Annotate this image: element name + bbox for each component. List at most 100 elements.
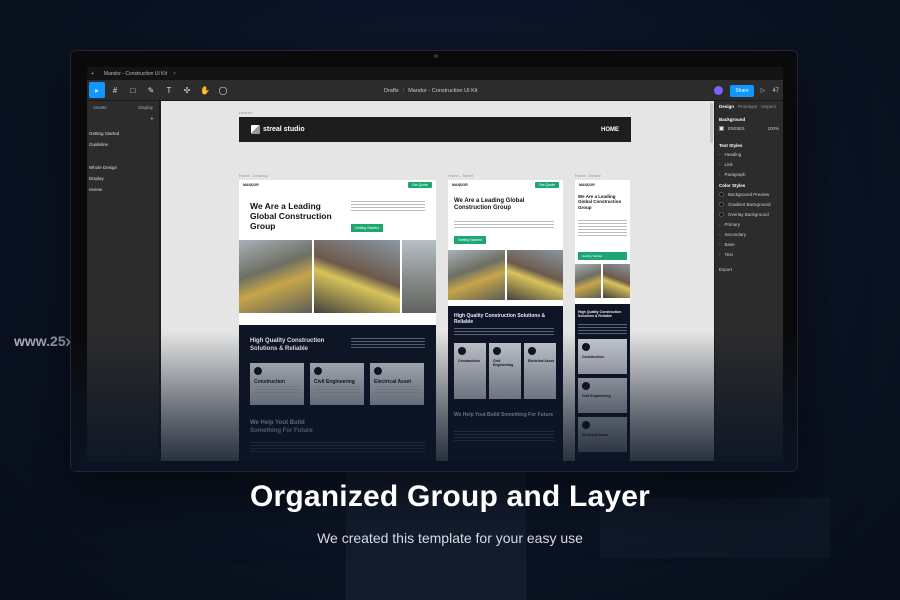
comment-tool-icon[interactable]: ◯	[215, 82, 231, 98]
avatar[interactable]	[714, 86, 724, 95]
text-style-item[interactable]: › Paragraph	[719, 172, 779, 177]
hero-photo	[575, 264, 601, 298]
tablet-frame[interactable]: MANDOR Get Quote We Are a Leading Global…	[448, 180, 563, 461]
desktop-frame[interactable]: MANDOR Get Quote We Are a Leading Global…	[239, 180, 436, 461]
zoom-level[interactable]: 47	[772, 88, 779, 94]
service-label: Electrical Asset	[582, 433, 608, 437]
desktop-frame-caption: Home - Desktop	[239, 173, 268, 178]
service-label: Civil Engineering	[582, 394, 611, 398]
file-name[interactable]: Mandor - Construction UI Kit	[408, 88, 477, 94]
background-fill-row[interactable]: E5E5E5 100%	[719, 126, 779, 131]
layers-panel: Assets Display + Getting Started Guideli…	[87, 101, 160, 461]
color-style-item[interactable]: Overlay Background	[719, 212, 779, 217]
design-canvas[interactable]: Header streal studio HOME Home - Desktop…	[161, 101, 714, 461]
canvas-scrollbar[interactable]	[710, 103, 713, 143]
page-item[interactable]: Guideline	[87, 139, 159, 150]
chevron-right-icon: ›	[719, 242, 721, 247]
properties-tabs: Design Prototype Inspect	[719, 104, 779, 109]
service-card: Electrical Asset	[370, 363, 424, 405]
services-section: High Quality Construction Solutions & Re…	[575, 304, 630, 461]
color-style-item[interactable]: › Primary	[719, 222, 779, 227]
components-icon[interactable]: ✣	[179, 82, 195, 98]
subline: We created this template for your easy u…	[317, 530, 583, 546]
background-hex[interactable]: E5E5E5	[728, 126, 745, 131]
frame-tool-icon[interactable]: #	[107, 82, 123, 98]
service-label: Construction	[458, 359, 480, 363]
text-style-item[interactable]: › Link	[719, 162, 779, 167]
hero-photo	[239, 240, 312, 313]
page-item[interactable]: Whole Design	[87, 162, 159, 173]
text-tool-icon[interactable]: T	[161, 82, 177, 98]
chevron-right-icon: ›	[719, 152, 721, 157]
move-tool-icon[interactable]: ▸	[89, 82, 105, 98]
color-style-item[interactable]: › Secondary	[719, 232, 779, 237]
text-styles-title: Text Styles	[719, 143, 743, 148]
mobile-frame[interactable]: MANDOR We Are a Leading Global Construct…	[575, 180, 630, 461]
hero-photo	[507, 250, 563, 300]
tab-display[interactable]: Display	[138, 105, 153, 110]
page-item[interactable]: Getting Started	[87, 128, 159, 139]
chevron-right-icon: ›	[719, 252, 721, 257]
page-item[interactable]: Display	[87, 173, 159, 184]
mini-cta: Get Quote	[407, 182, 432, 188]
drafts-link[interactable]: Drafts	[384, 88, 399, 94]
services-title: High Quality Construction Solutions & Re…	[578, 310, 622, 319]
tab-inspect[interactable]: Inspect	[761, 104, 776, 109]
chevron-right-icon: ›	[719, 232, 721, 237]
monitor-frame: + Mandor - Construction UI Kit × ▸ # □ ✎…	[70, 50, 798, 472]
color-style-item[interactable]: › Text	[719, 252, 779, 257]
present-icon[interactable]: ▷	[761, 87, 766, 94]
panel-tabs: Assets Display	[87, 101, 159, 114]
export-label[interactable]: Export	[719, 267, 732, 272]
hero-button: Getting Started	[351, 224, 383, 232]
tablet-frame-caption: Home - Tablet	[448, 173, 473, 178]
tab-design[interactable]: Design	[719, 104, 734, 109]
color-style-item[interactable]: › Base	[719, 242, 779, 247]
background-section-title: Background	[719, 117, 746, 122]
service-label: Construction	[582, 355, 604, 359]
add-page-icon[interactable]: +	[150, 116, 154, 123]
service-text	[254, 386, 300, 393]
services-section: High Quality Construction Solutions & Re…	[239, 325, 436, 461]
background-opacity[interactable]: 100%	[767, 126, 779, 131]
close-icon[interactable]: ×	[173, 71, 176, 77]
pen-tool-icon[interactable]: ✎	[143, 82, 159, 98]
logo-icon	[251, 125, 260, 134]
hero-photo	[402, 240, 436, 313]
hero-paragraph	[351, 201, 425, 213]
text-style-item[interactable]: › Heading	[719, 152, 779, 157]
share-button[interactable]: Share	[730, 84, 754, 97]
hero-title: We Are a Leading Global Construction Gro…	[454, 198, 525, 212]
text-style-label: Paragraph	[724, 172, 746, 177]
color-style-item[interactable]: Gradient Background	[719, 202, 779, 207]
tab-prototype[interactable]: Prototype	[738, 104, 757, 109]
color-swatch[interactable]	[719, 126, 724, 131]
hand-tool-icon[interactable]: ✋	[197, 82, 213, 98]
shape-tool-icon[interactable]: □	[125, 82, 141, 98]
file-tab[interactable]: Mandor - Construction UI Kit	[104, 71, 167, 77]
color-style-item[interactable]: Background Preview	[719, 192, 779, 197]
new-tab-icon[interactable]: +	[91, 71, 94, 77]
service-icon	[314, 367, 322, 375]
color-style-label: Text	[724, 252, 733, 257]
tab-assets[interactable]: Assets	[93, 105, 107, 110]
page-item[interactable]: review	[87, 184, 159, 195]
hero-button: Getting Started	[578, 252, 627, 260]
brand-logo: streal studio	[251, 125, 305, 134]
home-link: HOME	[601, 126, 619, 133]
service-card: Construction	[454, 343, 486, 399]
color-dot	[719, 192, 724, 197]
hero-photo	[603, 264, 630, 298]
future-paragraph	[250, 442, 425, 454]
service-icon	[493, 347, 501, 355]
header-frame[interactable]: streal studio HOME	[239, 117, 631, 142]
service-card: Civil Engineering	[578, 378, 627, 413]
services-title: High Quality Construction Solutions & Re…	[250, 338, 325, 352]
export-row[interactable]: Export	[719, 267, 779, 272]
hero-paragraph	[578, 220, 627, 238]
color-styles-title: Color Styles	[719, 183, 746, 188]
service-card: Electrical Asset	[524, 343, 556, 399]
service-text	[314, 386, 360, 393]
chevron-right-icon: ›	[719, 162, 721, 167]
service-label: Electrical Asset	[374, 379, 412, 385]
